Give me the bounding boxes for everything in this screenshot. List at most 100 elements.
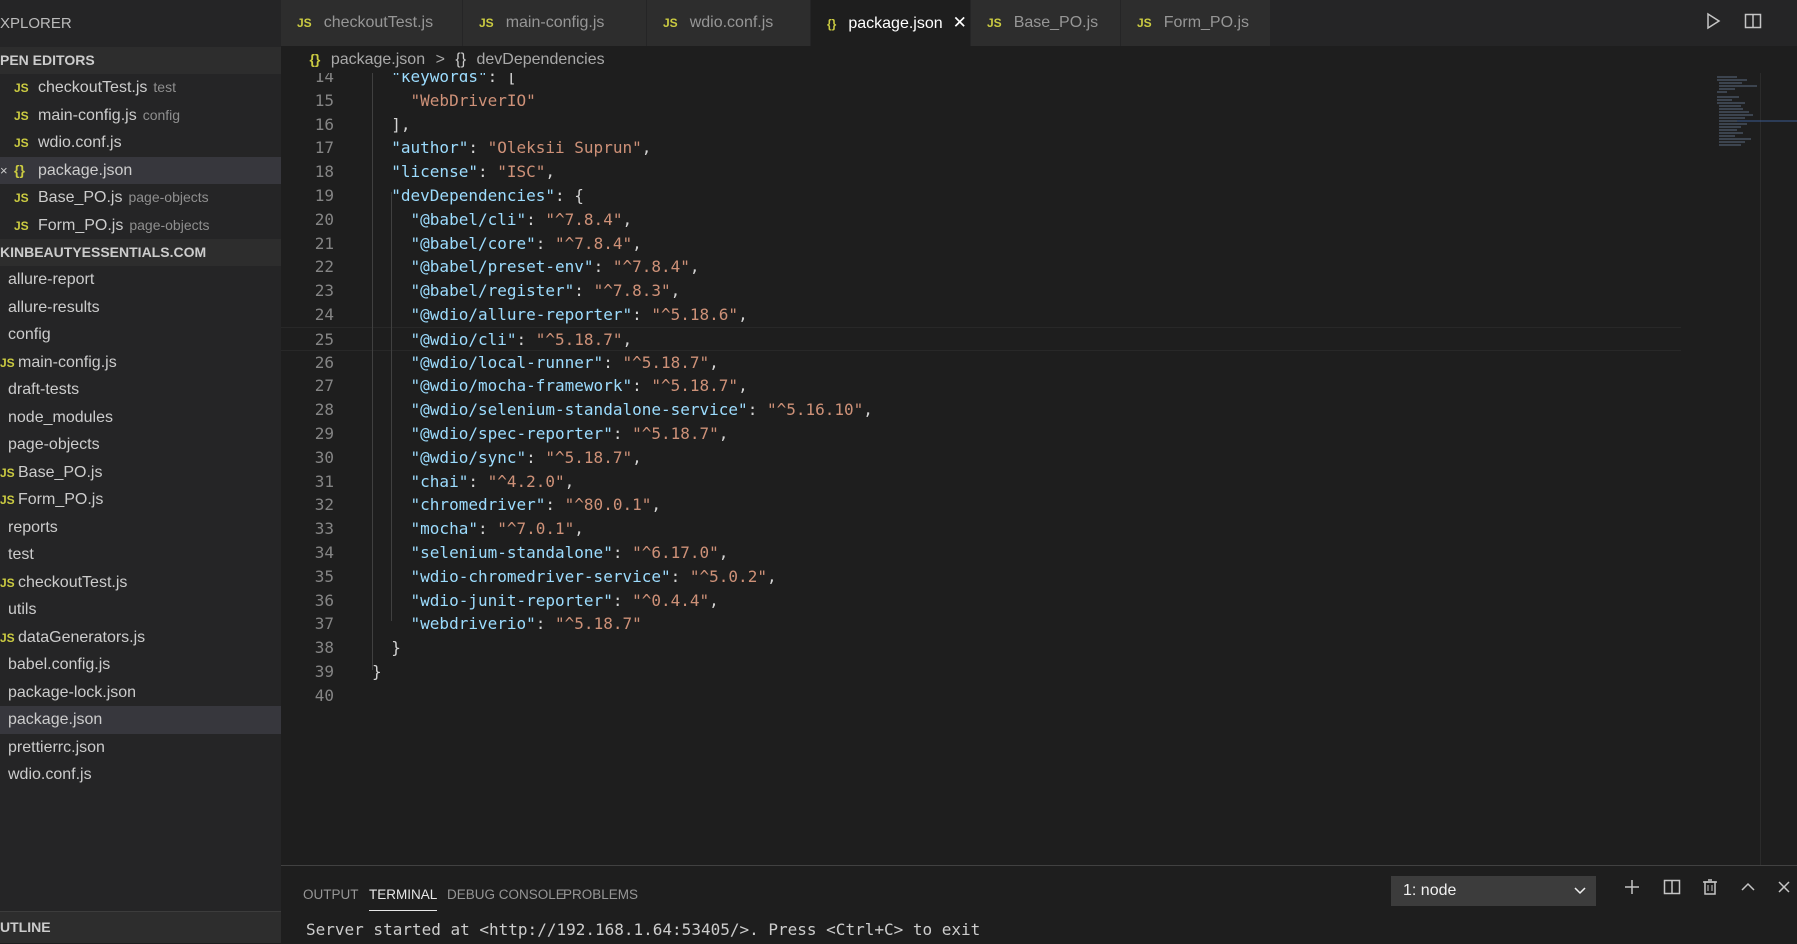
breadcrumb: {} package.json > {} devDependencies: [281, 46, 1797, 73]
tree-item[interactable]: package.json: [0, 706, 281, 734]
trash-icon[interactable]: [1699, 878, 1721, 902]
punctuation: ,: [622, 209, 633, 229]
tree-item[interactable]: JS checkoutTest.js: [0, 569, 281, 597]
code-line: 31 "chai": "^4.2.0",: [281, 470, 1681, 494]
colon: :: [468, 138, 488, 158]
split-terminal-icon[interactable]: [1661, 878, 1683, 902]
json-key: "@wdio/sync": [410, 447, 527, 467]
panel-tab-problems[interactable]: PROBLEMS: [563, 880, 638, 910]
tree-item[interactable]: config: [0, 321, 281, 349]
tree-item[interactable]: node_modules: [0, 404, 281, 432]
code-line: 27 "@wdio/mocha-framework": "^5.18.7",: [281, 374, 1681, 398]
terminal-output[interactable]: Server started at <http://192.168.1.64:5…: [306, 920, 980, 939]
tree-item[interactable]: page-objects: [0, 431, 281, 459]
panel-tab-terminal[interactable]: TERMINAL: [369, 880, 438, 911]
tree-item[interactable]: JS Base_PO.js: [0, 459, 281, 487]
close-icon[interactable]: ×: [0, 157, 8, 185]
open-editors-section[interactable]: PEN EDITORS: [0, 47, 281, 74]
tree-item[interactable]: allure-results: [0, 294, 281, 322]
line-number: 18: [314, 162, 334, 182]
json-string: "^5.18.7": [632, 424, 719, 443]
line-number: 16: [314, 114, 334, 134]
punctuation: ,: [651, 495, 661, 515]
tab-package-json[interactable]: {} package.json ✕: [811, 0, 971, 46]
split-editor-icon[interactable]: [1742, 12, 1764, 34]
outline-section[interactable]: UTLINE: [0, 911, 281, 943]
colon: :: [670, 566, 690, 586]
panel-tab-debug-console[interactable]: DEBUG CONSOLE: [447, 880, 565, 910]
json-string: "^6.17.0": [632, 543, 719, 562]
json-string: "^7.8.4": [612, 257, 690, 277]
overview-ruler[interactable]: [1760, 73, 1775, 865]
close-panel-icon[interactable]: [1773, 878, 1795, 902]
line-number: 32: [314, 495, 334, 515]
code-editor[interactable]: 14 "keywords": [15 "WebDriverIO" 16 ], 17 …: [281, 73, 1797, 865]
open-editor-name: checkoutTest.js: [38, 79, 148, 96]
run-icon[interactable]: [1702, 12, 1724, 34]
code-line: 26 "@wdio/local-runner": "^5.18.7",: [281, 351, 1681, 375]
tree-item[interactable]: utils: [0, 596, 281, 624]
object-icon: {}: [455, 51, 467, 68]
open-editor-item[interactable]: × {} package.json: [0, 156, 281, 185]
tree-item-label: page-objects: [8, 436, 100, 453]
js-file-icon: JS: [663, 16, 678, 30]
tree-item[interactable]: JS main-config.js: [0, 349, 281, 377]
json-file-icon: {}: [14, 161, 25, 178]
line-number: 31: [314, 471, 334, 491]
tree-item[interactable]: wdio.conf.js: [0, 761, 281, 789]
open-editor-item[interactable]: JS Form_PO.js page-objects: [0, 212, 281, 240]
line-number: 15: [314, 90, 334, 110]
open-editor-item[interactable]: JS wdio.conf.js: [0, 129, 281, 157]
open-editor-item[interactable]: JS Base_PO.js page-objects: [0, 184, 281, 212]
tree-item[interactable]: prettierrc.json: [0, 734, 281, 762]
tab-base-po-js[interactable]: JS Base_PO.js: [971, 0, 1121, 46]
project-section[interactable]: KINBEAUTYESSENTIALS.COM: [0, 239, 281, 266]
tab-checkouttest-js[interactable]: JS checkoutTest.js: [281, 0, 463, 46]
json-key: "author": [391, 138, 469, 158]
tree-item[interactable]: JS Form_PO.js: [0, 486, 281, 514]
tree-item[interactable]: reports: [0, 514, 281, 542]
colon: :: [574, 281, 594, 301]
tab-form-po-js[interactable]: JS Form_PO.js: [1121, 0, 1271, 46]
breadcrumb-node[interactable]: devDependencies: [477, 51, 605, 68]
tree-item-label: test: [8, 546, 34, 563]
json-file-icon: {}: [827, 17, 837, 31]
open-editor-item[interactable]: JS main-config.js config: [0, 102, 281, 130]
tree-item[interactable]: package-lock.json: [0, 679, 281, 707]
maximize-panel-icon[interactable]: [1737, 878, 1759, 902]
tree-item[interactable]: babel.config.js: [0, 651, 281, 679]
json-key: "@wdio/local-runner": [410, 352, 604, 372]
terminal-select[interactable]: 1: node: [1391, 876, 1596, 906]
json-string: "^7.8.4": [555, 233, 633, 253]
json-key: "devDependencies": [391, 186, 556, 205]
line-number: 33: [314, 519, 334, 539]
open-editor-item[interactable]: JS checkoutTest.js test: [0, 74, 281, 102]
tab-wdio-conf-js[interactable]: JS wdio.conf.js: [647, 0, 811, 46]
code-line: 37 "webdriverio": "^5.18.7": [281, 612, 1681, 636]
breadcrumb-file[interactable]: package.json: [331, 51, 425, 68]
breadcrumb-separator: >: [435, 51, 445, 68]
code-line: 36 "wdio-junit-reporter": "^0.4.4",: [281, 589, 1681, 613]
json-string: "^5.18.6": [651, 305, 739, 324]
tree-item[interactable]: draft-tests: [0, 376, 281, 404]
json-string: "^7.0.1": [497, 519, 575, 539]
tree-item[interactable]: JS dataGenerators.js: [0, 624, 281, 652]
tab-main-config-js[interactable]: JS main-config.js: [463, 0, 647, 46]
json-key: "chai": [410, 471, 469, 491]
close-icon[interactable]: ✕: [953, 13, 967, 32]
tree-item-label: babel.config.js: [8, 656, 111, 673]
code-line: 15 "WebDriverIO": [281, 89, 1681, 113]
panel-tab-output[interactable]: OUTPUT: [303, 880, 359, 910]
json-file-icon: {}: [309, 51, 321, 67]
tree-item[interactable]: allure-report: [0, 266, 281, 294]
open-editor-name: main-config.js: [38, 106, 137, 124]
minimap[interactable]: [1697, 73, 1797, 173]
code-line: 33 "mocha": "^7.0.1",: [281, 517, 1681, 541]
new-terminal-icon[interactable]: [1621, 878, 1643, 902]
code-line: 16 ],: [281, 113, 1681, 137]
tree-item[interactable]: test: [0, 541, 281, 569]
js-file-icon: JS: [987, 16, 1002, 30]
line-number: 19: [314, 186, 334, 205]
